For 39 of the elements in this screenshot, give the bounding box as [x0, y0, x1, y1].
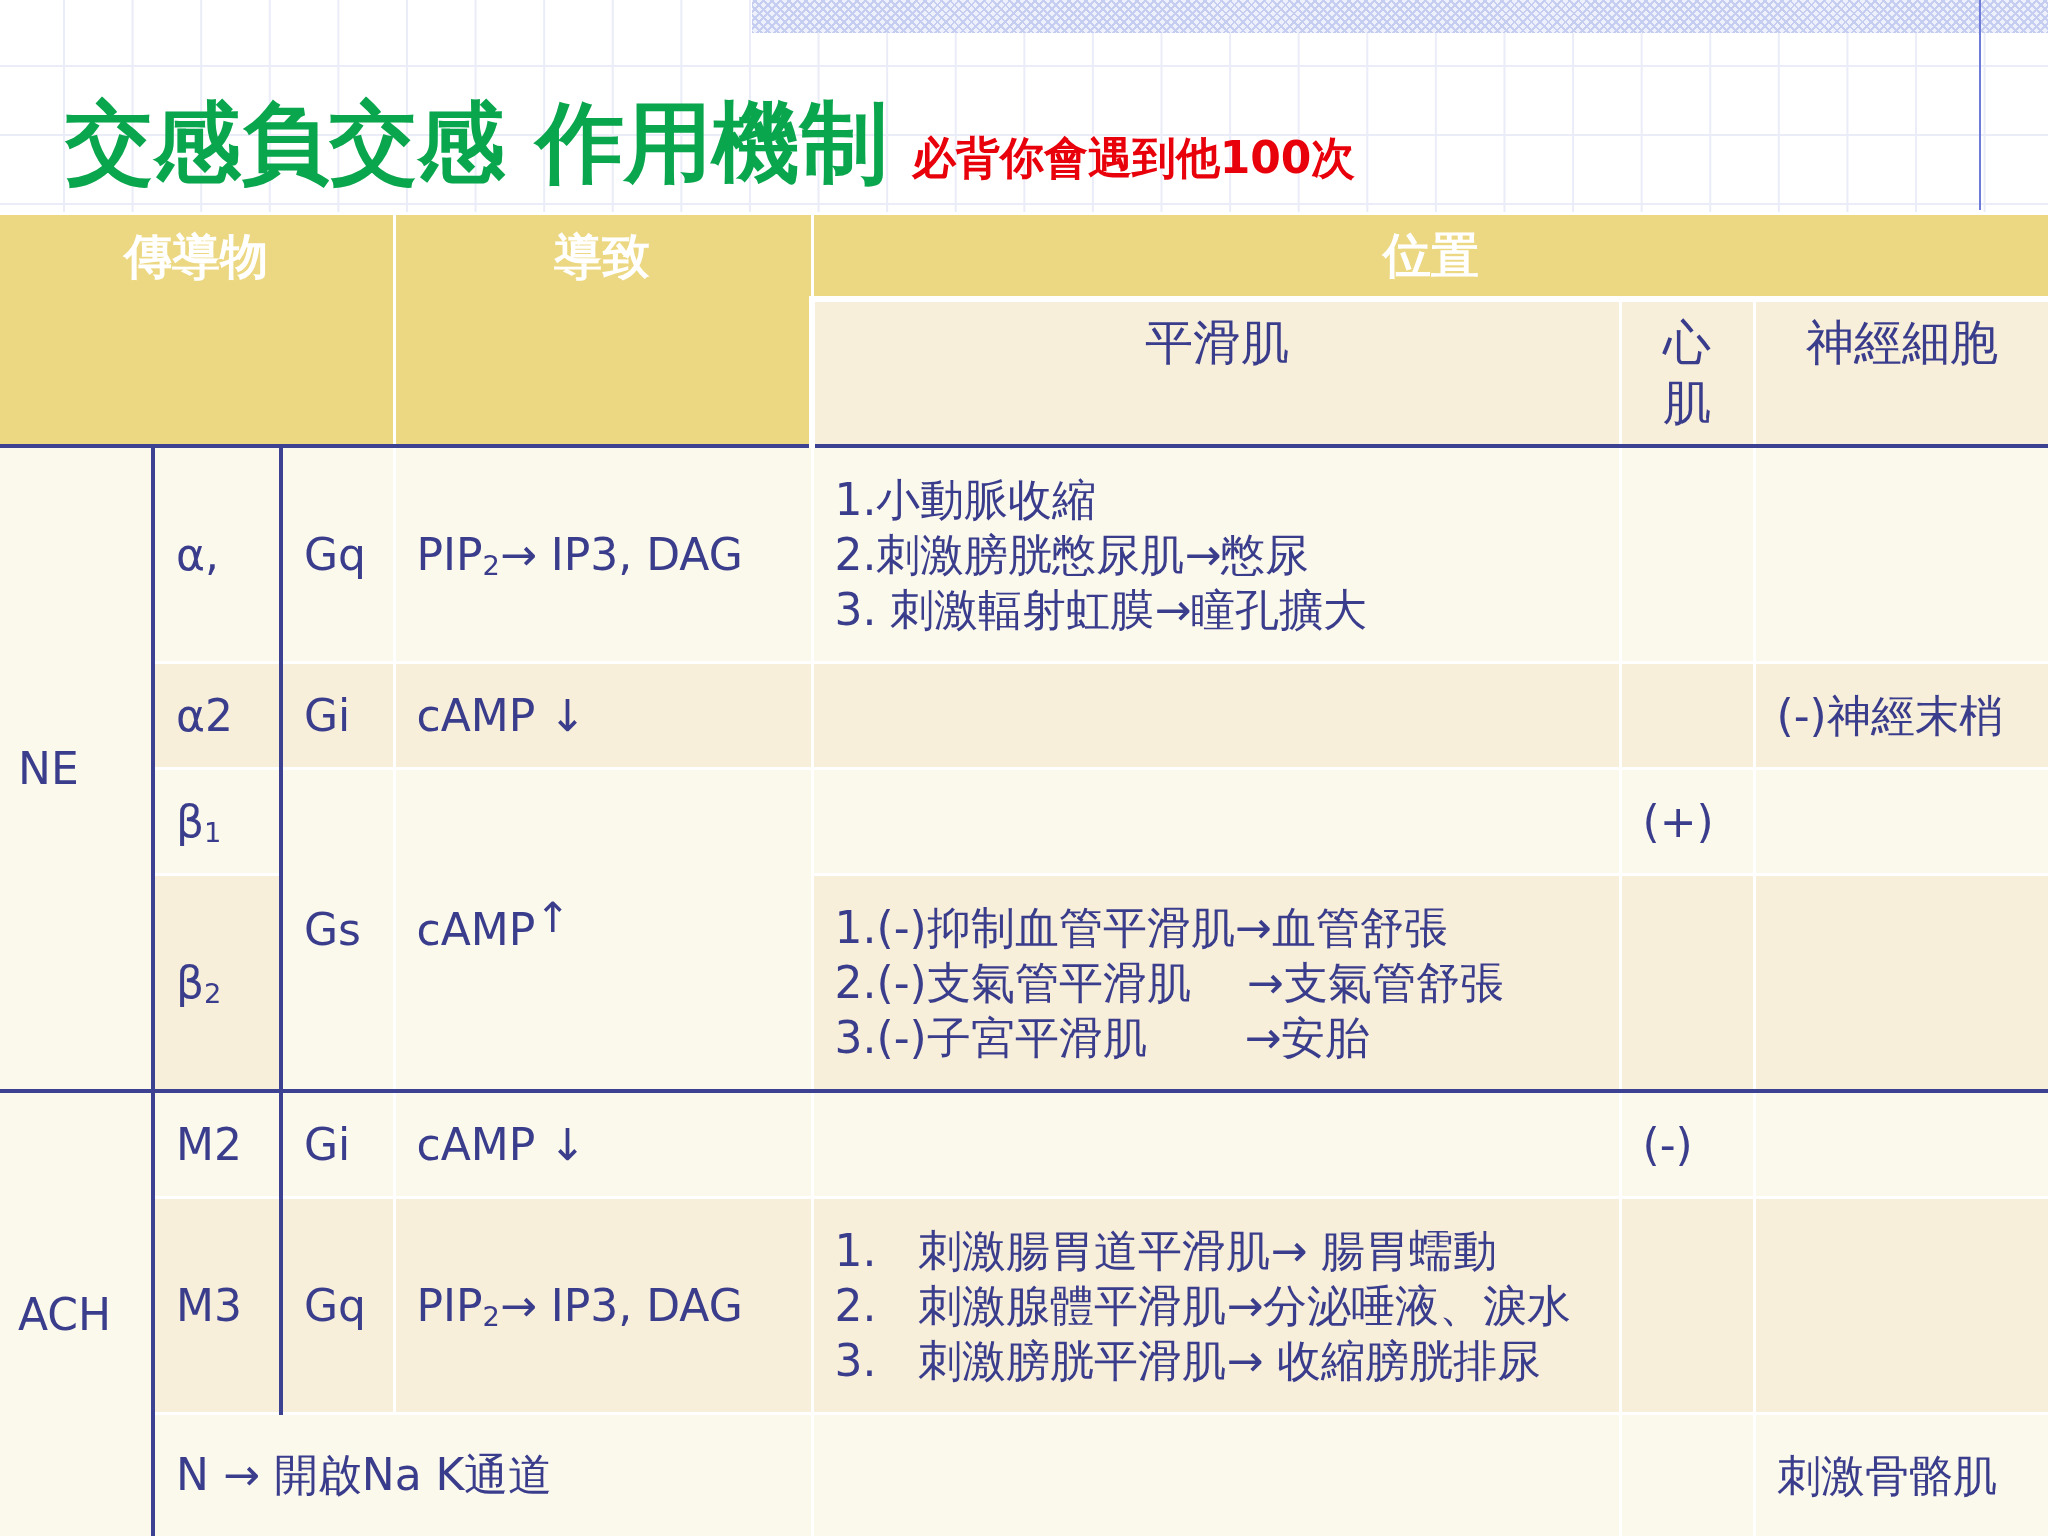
slide-subtitle: 必背你會遇到他100次: [911, 131, 1356, 185]
table-cell: cAMP ↓: [394, 1090, 812, 1197]
table-cell: α2: [153, 662, 281, 768]
subcolumn-header: 平滑肌: [812, 298, 1620, 446]
table-cell: β$_{1}$: [153, 768, 281, 874]
list-line: 3.(-)子宮平滑肌 →安胎: [834, 1010, 1371, 1065]
column-header: 位置: [812, 213, 2048, 299]
table-cell: Gs: [281, 768, 394, 1091]
table-cell: M2: [153, 1090, 281, 1197]
table-cell: (-)神經末梢: [1754, 662, 2048, 768]
list-line: 3. 刺激膀胱平滑肌→ 收縮膀胱排尿: [834, 1333, 1543, 1388]
column-header: 傳導物: [0, 213, 394, 446]
table-cell: cAMP ↓: [394, 662, 812, 768]
table-cell: NE: [0, 445, 153, 1091]
table-cell: N → 開啟Na K通道: [153, 1413, 812, 1536]
subcolumn-header: 心肌: [1620, 298, 1754, 446]
table-cell: PIP$_{2}$→ IP3, DAG: [394, 1197, 812, 1413]
list-line: 1.(-)抑制血管平滑肌→血管舒張: [834, 900, 1449, 955]
table-cell: Gq: [281, 445, 394, 662]
list-line: 2.(-)支氣管平滑肌 →支氣管舒張: [834, 955, 1505, 1010]
list-line: 2.刺激膀胱憋尿肌→憋尿: [834, 527, 1311, 582]
table-cell: (-): [1620, 1090, 1754, 1197]
table-cell: 刺激骨骼肌: [1754, 1413, 2048, 1536]
list-line: 1.小動脈收縮: [834, 472, 1098, 527]
column-header: 導致: [394, 213, 812, 446]
table-cell: M3: [153, 1197, 281, 1413]
list-line: 3. 刺激輻射虹膜→瞳孔擴大: [834, 582, 1369, 637]
table-cell: Gq: [281, 1197, 394, 1413]
table-cell: (+): [1620, 768, 1754, 874]
table-cell: Gi: [281, 662, 394, 768]
slide-title: 交感負交感 作用機制: [65, 90, 888, 196]
table-cell: PIP$_{2}$→ IP3, DAG: [394, 445, 812, 662]
table-cell: Gi: [281, 1090, 394, 1197]
list-line: 2. 刺激腺體平滑肌→分泌唾液、淚水: [834, 1278, 1573, 1333]
table-cell: ACH: [0, 1090, 153, 1536]
table-cell: α,: [153, 445, 281, 662]
list-line: 1. 刺激腸胃道平滑肌→ 腸胃蠕動: [834, 1223, 1499, 1278]
table-cell: β$_{2}$: [153, 874, 281, 1091]
subcolumn-header: 神經細胞: [1754, 298, 2048, 446]
